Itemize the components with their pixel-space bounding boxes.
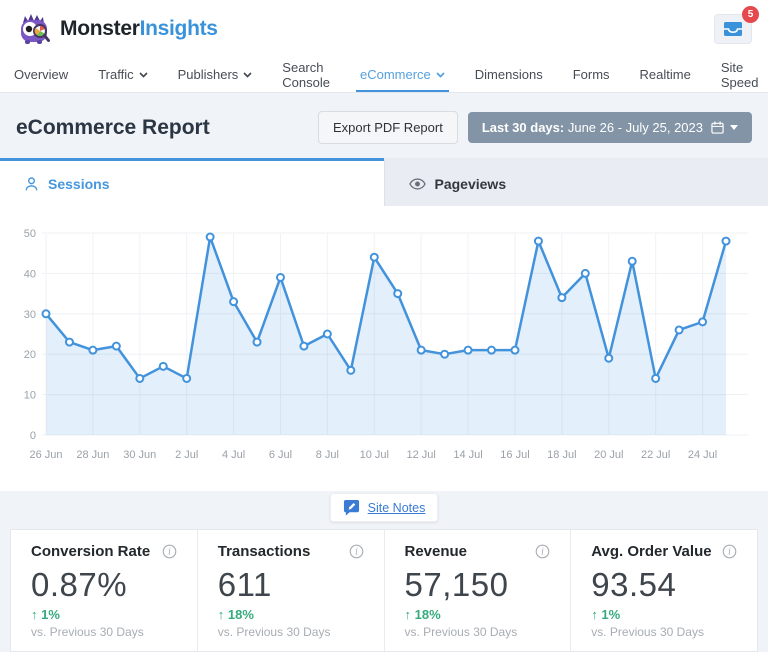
site-notes-button[interactable]: Site Notes bbox=[330, 493, 439, 522]
svg-text:2 Jul: 2 Jul bbox=[175, 449, 198, 461]
summary-cards: Conversion Rate i 0.87% ↑ 1% vs. Previou… bbox=[10, 529, 758, 652]
tab-pageviews[interactable]: Pageviews bbox=[384, 158, 768, 206]
metric-compare-label: vs. Previous 30 Days bbox=[591, 625, 737, 639]
brand-name: MonsterInsights bbox=[60, 17, 218, 41]
svg-text:50: 50 bbox=[24, 228, 36, 240]
metric-change: ↑ 1% bbox=[591, 607, 737, 622]
svg-text:i: i bbox=[168, 548, 171, 558]
metric-value: 611 bbox=[218, 566, 364, 604]
nav-item-site-speed[interactable]: Site Speed bbox=[721, 57, 759, 92]
svg-text:14 Jul: 14 Jul bbox=[453, 449, 482, 461]
monsterinsights-logo: MonsterInsights bbox=[16, 11, 218, 47]
svg-text:16 Jul: 16 Jul bbox=[500, 449, 529, 461]
nav-item-search-console[interactable]: Search Console bbox=[282, 57, 330, 92]
chevron-down-icon bbox=[243, 72, 252, 78]
report-navigation: Overview Traffic Publishers Search Conso… bbox=[0, 57, 768, 93]
svg-text:28 Jun: 28 Jun bbox=[76, 449, 109, 461]
inbox-icon bbox=[723, 21, 743, 37]
svg-text:20: 20 bbox=[24, 349, 36, 361]
svg-text:30 Jun: 30 Jun bbox=[123, 449, 156, 461]
calendar-icon bbox=[711, 121, 738, 134]
chevron-down-icon bbox=[436, 72, 445, 78]
svg-text:20 Jul: 20 Jul bbox=[594, 449, 623, 461]
tab-sessions[interactable]: Sessions bbox=[0, 158, 384, 206]
note-pencil-icon bbox=[343, 499, 360, 516]
monster-mascot-icon bbox=[16, 11, 52, 47]
info-icon[interactable]: i bbox=[349, 544, 364, 559]
nav-item-traffic[interactable]: Traffic bbox=[98, 57, 147, 92]
nav-item-dimensions[interactable]: Dimensions bbox=[475, 57, 543, 92]
svg-text:i: i bbox=[541, 548, 544, 558]
card-revenue: Revenue i 57,150 ↑ 18% vs. Previous 30 D… bbox=[385, 530, 572, 651]
nav-item-publishers[interactable]: Publishers bbox=[178, 57, 253, 92]
svg-text:8 Jul: 8 Jul bbox=[316, 449, 339, 461]
info-icon[interactable]: i bbox=[535, 544, 550, 559]
svg-text:30: 30 bbox=[24, 309, 36, 321]
metric-compare-label: vs. Previous 30 Days bbox=[405, 625, 551, 639]
card-conversion-rate: Conversion Rate i 0.87% ↑ 1% vs. Previou… bbox=[11, 530, 198, 651]
date-range-picker[interactable]: Last 30 days: June 26 - July 25, 2023 bbox=[468, 112, 752, 143]
card-avg-order-value: Avg. Order Value i 93.54 ↑ 1% vs. Previo… bbox=[571, 530, 757, 651]
svg-text:0: 0 bbox=[30, 430, 36, 442]
svg-text:26 Jun: 26 Jun bbox=[29, 449, 62, 461]
metric-change: ↑ 18% bbox=[405, 607, 551, 622]
metric-tabs: Sessions Pageviews bbox=[0, 158, 768, 206]
metric-compare-label: vs. Previous 30 Days bbox=[31, 625, 177, 639]
nav-item-realtime[interactable]: Realtime bbox=[640, 57, 691, 92]
chevron-down-icon bbox=[139, 72, 148, 78]
metric-value: 0.87% bbox=[31, 566, 177, 604]
svg-text:6 Jul: 6 Jul bbox=[269, 449, 292, 461]
eye-icon bbox=[409, 178, 426, 190]
top-header: MonsterInsights 5 bbox=[0, 0, 768, 57]
nav-item-overview[interactable]: Overview bbox=[14, 57, 68, 92]
info-icon[interactable]: i bbox=[162, 544, 177, 559]
chevron-down-icon bbox=[730, 125, 738, 130]
info-icon[interactable]: i bbox=[722, 544, 737, 559]
svg-text:4 Jul: 4 Jul bbox=[222, 449, 245, 461]
svg-text:i: i bbox=[728, 548, 731, 558]
metric-value: 93.54 bbox=[591, 566, 737, 604]
person-icon bbox=[24, 176, 39, 192]
metric-change: ↑ 1% bbox=[31, 607, 177, 622]
card-title: Avg. Order Value bbox=[591, 543, 711, 560]
svg-text:12 Jul: 12 Jul bbox=[406, 449, 435, 461]
svg-text:10 Jul: 10 Jul bbox=[360, 449, 389, 461]
metric-value: 57,150 bbox=[405, 566, 551, 604]
metric-change: ↑ 18% bbox=[218, 607, 364, 622]
export-pdf-button[interactable]: Export PDF Report bbox=[318, 111, 458, 144]
card-title: Conversion Rate bbox=[31, 543, 150, 560]
svg-text:22 Jul: 22 Jul bbox=[641, 449, 670, 461]
notification-count-badge: 5 bbox=[742, 6, 759, 23]
page-title: eCommerce Report bbox=[16, 116, 210, 140]
card-transactions: Transactions i 611 ↑ 18% vs. Previous 30… bbox=[198, 530, 385, 651]
svg-text:18 Jul: 18 Jul bbox=[547, 449, 576, 461]
svg-text:24 Jul: 24 Jul bbox=[688, 449, 717, 461]
metric-compare-label: vs. Previous 30 Days bbox=[218, 625, 364, 639]
nav-item-forms[interactable]: Forms bbox=[573, 57, 610, 92]
sessions-line-chart: 0 10 20 30 40 50 26 Jun 28 Jun 30 Jun 2 Jul 4 Jul 6… bbox=[12, 221, 756, 473]
svg-text:40: 40 bbox=[24, 268, 36, 280]
svg-text:i: i bbox=[355, 548, 358, 558]
svg-text:10: 10 bbox=[24, 390, 36, 402]
card-title: Transactions bbox=[218, 543, 311, 560]
nav-item-ecommerce[interactable]: eCommerce bbox=[360, 57, 445, 92]
card-title: Revenue bbox=[405, 543, 468, 560]
sessions-chart-panel: 0 10 20 30 40 50 26 Jun 28 Jun 30 Jun 2 Jul 4 Jul 6… bbox=[0, 206, 768, 491]
